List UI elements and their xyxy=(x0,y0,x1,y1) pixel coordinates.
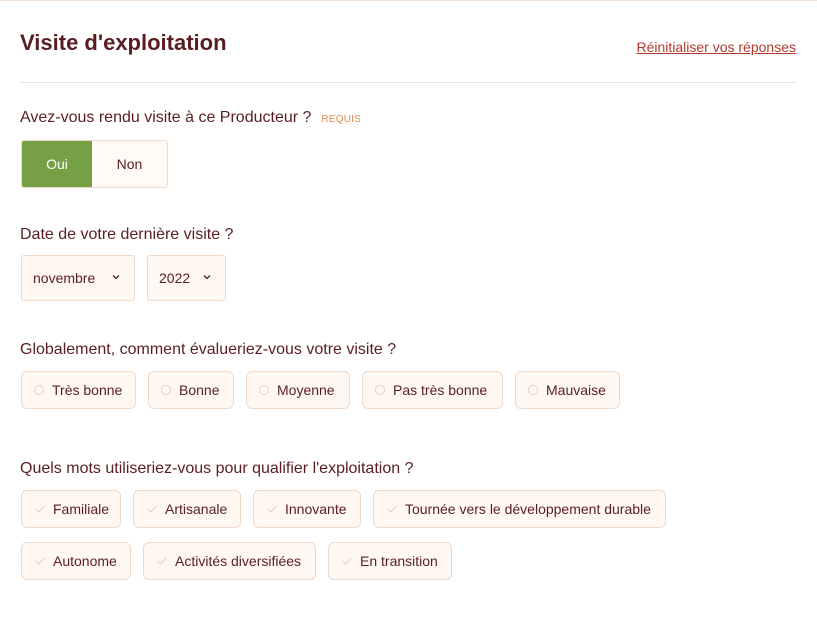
check-icon xyxy=(387,505,397,513)
rating-option-moyenne[interactable]: Moyenne xyxy=(246,371,350,409)
word-option-familiale[interactable]: Familiale xyxy=(21,490,121,528)
question-visit-label: Avez-vous rendu visite à ce Producteur ? xyxy=(20,109,312,126)
word-option-en-transition[interactable]: En transition xyxy=(328,542,452,580)
rating-option-label: Très bonne xyxy=(52,382,123,398)
year-select[interactable]: 2022 xyxy=(147,255,226,301)
header: Visite d'exploitation Réinitialiser vos … xyxy=(20,30,796,70)
radio-circle-icon xyxy=(161,385,171,395)
word-option-innovante[interactable]: Innovante xyxy=(253,490,361,528)
word-option-autonome[interactable]: Autonome xyxy=(21,542,131,580)
reset-answers-link[interactable]: Réinitialiser vos réponses xyxy=(636,39,796,55)
question-date-label: Date de votre dernière visite ? xyxy=(20,226,234,243)
word-option-artisanale[interactable]: Artisanale xyxy=(133,490,241,528)
word-option-label: Artisanale xyxy=(165,501,228,517)
no-button[interactable]: Non xyxy=(92,141,167,187)
chevron-down-icon xyxy=(112,275,120,280)
check-icon xyxy=(35,505,45,513)
question-visit: Avez-vous rendu visite à ce Producteur ?… xyxy=(20,109,361,129)
word-option-label: Activités diversifiées xyxy=(175,553,302,569)
word-option-label: Autonome xyxy=(53,553,117,569)
rating-option-label: Pas très bonne xyxy=(393,382,488,398)
check-icon xyxy=(157,557,167,565)
radio-circle-icon xyxy=(375,385,385,395)
radio-circle-icon xyxy=(259,385,269,395)
rating-option-bonne[interactable]: Bonne xyxy=(148,371,234,409)
rating-option-label: Moyenne xyxy=(277,382,335,398)
rating-option-label: Mauvaise xyxy=(546,382,606,398)
check-icon xyxy=(342,557,352,565)
divider xyxy=(20,82,796,83)
check-icon xyxy=(147,505,157,513)
month-select[interactable]: novembre xyxy=(21,255,135,301)
word-option-activites-diversifiees[interactable]: Activités diversifiées xyxy=(143,542,316,580)
question-rating-label: Globalement, comment évalueriez-vous vot… xyxy=(20,341,397,358)
radio-circle-icon xyxy=(34,385,44,395)
question-date: Date de votre dernière visite ? xyxy=(20,226,233,244)
word-option-developpement-durable[interactable]: Tournée vers le développement durable xyxy=(373,490,666,528)
page-title: Visite d'exploitation xyxy=(20,30,227,55)
word-option-label: Innovante xyxy=(285,501,347,517)
visit-toggle: Oui Non xyxy=(21,140,168,188)
check-icon xyxy=(267,505,277,513)
rating-option-pas-tres-bonne[interactable]: Pas très bonne xyxy=(362,371,503,409)
rating-option-tres-bonne[interactable]: Très bonne xyxy=(21,371,136,409)
rating-option-label: Bonne xyxy=(179,382,220,398)
word-option-label: En transition xyxy=(360,553,438,569)
word-option-label: Tournée vers le développement durable xyxy=(405,501,651,517)
question-words-label: Quels mots utiliseriez-vous pour qualifi… xyxy=(20,460,414,477)
radio-circle-icon xyxy=(528,385,538,395)
required-badge: REQUIS xyxy=(321,114,361,125)
month-select-value: novembre xyxy=(33,270,96,286)
question-words: Quels mots utiliseriez-vous pour qualifi… xyxy=(20,460,413,478)
top-border xyxy=(0,0,817,1)
word-option-label: Familiale xyxy=(53,501,110,517)
rating-option-mauvaise[interactable]: Mauvaise xyxy=(515,371,620,409)
question-rating: Globalement, comment évalueriez-vous vot… xyxy=(20,341,396,359)
yes-button[interactable]: Oui xyxy=(22,141,92,187)
check-icon xyxy=(35,557,45,565)
year-select-value: 2022 xyxy=(159,270,191,286)
chevron-down-icon xyxy=(203,275,211,280)
